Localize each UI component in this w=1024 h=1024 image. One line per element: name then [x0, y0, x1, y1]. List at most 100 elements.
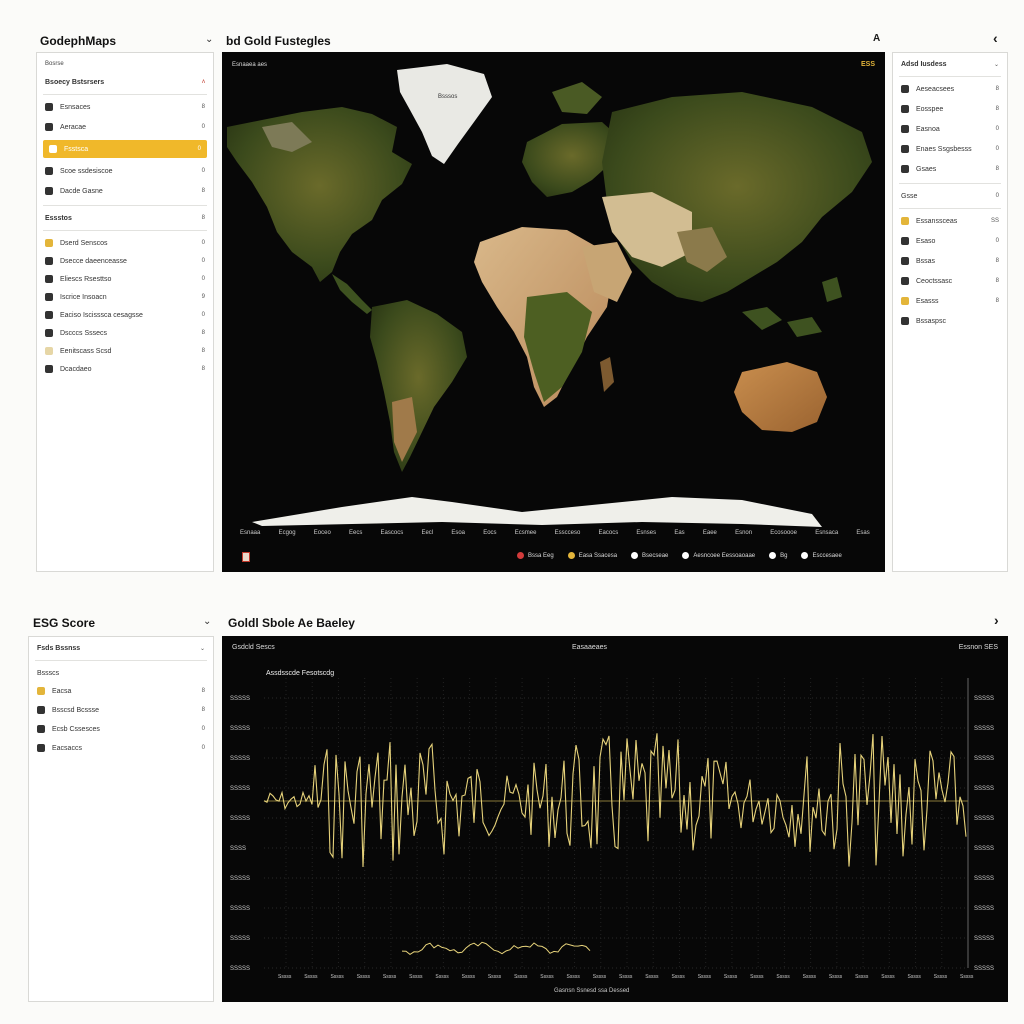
map-legend: Bssa Eeg Easa Ssacesa Bsecseae Aesncoee Ees…: [517, 552, 842, 559]
right-sidebar-item[interactable]: Enaes Ssgsbesss 0: [893, 140, 1007, 158]
right-sidebar-item[interactable]: Easnoa 0: [893, 120, 1007, 138]
left-section-item[interactable]: Eliescs Rsesttso 0: [37, 270, 213, 288]
map-axis-label: Esnaaa: [240, 530, 261, 536]
x-tick-label: Sssss: [619, 974, 633, 980]
item-count: 0: [201, 124, 205, 130]
x-tick-label: Sssss: [960, 974, 974, 980]
x-tick-label: Sssss: [330, 974, 344, 980]
map-axis-label: Eoceo: [313, 530, 331, 536]
y-tick-label-left: SSSSS: [230, 906, 250, 912]
left-section-item[interactable]: Dsecce daeenceasse 0: [37, 252, 213, 270]
y-tick-label-left: SSSSS: [230, 816, 250, 822]
right-section-item[interactable]: Bssaspsc: [893, 312, 1007, 330]
right-section-item[interactable]: Ceoctssasc 8: [893, 272, 1007, 290]
y-tick-label-left: SSSSS: [230, 936, 250, 942]
left-section-item[interactable]: Dcacdaeo 8: [37, 360, 213, 378]
map-legend-item[interactable]: Bg: [769, 552, 787, 559]
left-section-item[interactable]: Dscccs Sssecs 8: [37, 324, 213, 342]
chart-bottom-label: Gasnsn Ssnesd ssa Dessed: [554, 988, 630, 994]
left-section-item[interactable]: Dserd Senscos 0: [37, 234, 213, 252]
item-icon: [45, 293, 53, 301]
world-map: [227, 64, 872, 527]
x-tick-label: Sssss: [645, 974, 659, 980]
x-tick-label: Sssss: [383, 974, 397, 980]
map-axis-label: Eaee: [702, 530, 717, 536]
map-legend-item[interactable]: Aesncoee Eessoaoaae: [682, 552, 755, 559]
right-section-item[interactable]: Esaso 0: [893, 232, 1007, 250]
item-icon: [45, 239, 53, 247]
item-icon: [901, 105, 909, 113]
item-icon: [45, 103, 53, 111]
map-legend-item[interactable]: Bsecseae: [631, 552, 668, 559]
y-tick-label-left: SSSSS: [230, 696, 250, 702]
esg-panel-header[interactable]: Fsds Bssnss ⌄: [29, 639, 213, 657]
chart-next-chevron-icon[interactable]: ›: [994, 612, 999, 628]
esg-item[interactable]: Eacsaccs 0: [29, 739, 213, 757]
y-tick-label-right: SSSSS: [974, 876, 994, 882]
item-icon: [901, 165, 909, 173]
right-section-item[interactable]: Bssas 8: [893, 252, 1007, 270]
right-sidebar-header[interactable]: Adsd Iusdess ⌄: [893, 55, 1007, 73]
map-legend-item[interactable]: Easa Ssacesa: [567, 552, 617, 559]
right-sidebar-item[interactable]: Gsaes 8: [893, 160, 1007, 178]
esg-item[interactable]: Bsscsd Bcssse 8: [29, 701, 213, 719]
right-sidebar: Adsd Iusdess ⌄ Aeseacsees 8 Eosspee 8 Easnoa…: [892, 52, 1008, 572]
central-america-shape: [332, 274, 372, 314]
item-icon: [901, 237, 909, 245]
left-section-header[interactable]: Essstos 8: [37, 209, 213, 227]
x-tick-label: Sssss: [540, 974, 554, 980]
left-section-item[interactable]: Iscrice Insoacn 9: [37, 288, 213, 306]
item-icon: [45, 275, 53, 283]
north-america-shape: [227, 107, 412, 282]
right-section-item[interactable]: Essanssceas SS: [893, 212, 1007, 230]
x-tick-label: Sssss: [829, 974, 843, 980]
map-legend-item[interactable]: Bssa Eeg: [517, 552, 554, 559]
item-label: Eliescs Rsesttso: [60, 275, 112, 283]
item-label: Esaso: [916, 237, 936, 245]
right-sidebar-item[interactable]: Aeseacsees 8: [893, 80, 1007, 98]
right-section-header[interactable]: Gsse 0: [893, 187, 1007, 205]
item-label: Essanssceas: [916, 217, 958, 225]
left-sidebar-item[interactable]: Aeracae 0: [37, 118, 213, 136]
item-count: 0: [201, 276, 205, 282]
y-tick-label-left: SSSSS: [230, 786, 250, 792]
collapse-chevron-icon[interactable]: ‹: [993, 30, 998, 46]
x-tick-label: Sssss: [435, 974, 449, 980]
map-title: bd Gold Fustegles: [226, 34, 331, 48]
right-sidebar-item[interactable]: Eosspee 8: [893, 100, 1007, 118]
map-legend-item[interactable]: Esccesaee: [801, 552, 842, 559]
y-tick-label-right: SSSSS: [974, 786, 994, 792]
x-tick-label: Sssss: [593, 974, 607, 980]
world-map-panel[interactable]: Esnaaea aes ESS Bsssos Esnaaa Ecgog Eoce…: [222, 52, 885, 572]
item-icon: [901, 217, 909, 225]
right-section-item[interactable]: Esasss 8: [893, 292, 1007, 310]
y-tick-label-right: SSSSS: [974, 846, 994, 852]
y-tick-label-left: SSSS: [230, 846, 246, 852]
x-tick-label: Sssss: [724, 974, 738, 980]
item-icon: [37, 744, 45, 752]
item-count: 8: [201, 688, 205, 694]
item-icon: [49, 145, 57, 153]
item-icon: [45, 347, 53, 355]
legend-swatch-icon: [801, 552, 809, 559]
map-axis-label: Eascocs: [380, 530, 404, 536]
sort-toggle-icon[interactable]: A: [873, 33, 880, 44]
left-sidebar-subheader[interactable]: Bsoecy Bstsrsers ʌ: [37, 73, 213, 91]
item-count: 8: [995, 166, 999, 172]
esg-item[interactable]: Ecsb Cssesces 0: [29, 720, 213, 738]
item-count: 0: [995, 238, 999, 244]
esg-item[interactable]: Eacsa 8: [29, 682, 213, 700]
left-section-item[interactable]: Eenitscass Scsd 8: [37, 342, 213, 360]
left-section-item[interactable]: Eaciso Iscisssca cesagsse 0: [37, 306, 213, 324]
left-sidebar-item[interactable]: Fsstsca 0: [43, 140, 207, 158]
item-label: Eaciso Iscisssca cesagsse: [60, 311, 143, 319]
line-chart[interactable]: SSSSS SSSSSSSSSS SSSSSSSSSS SSSSSSSSSS SSSSS…: [222, 636, 1008, 1002]
left-sidebar-item[interactable]: Scoe ssdesiscoe 0: [37, 162, 213, 180]
map-axis-labels: Esnaaa Ecgog Eoceo Eecs Eascocs Eecl Esoa Eocs E…: [240, 530, 870, 536]
esg-dropdown-icon[interactable]: ⌄: [203, 616, 211, 627]
left-sidebar-item[interactable]: Dacde Gasne 8: [37, 182, 213, 200]
app-title-dropdown-icon[interactable]: ⌄: [205, 34, 213, 45]
x-tick-label: Sssss: [908, 974, 922, 980]
item-label: Eacsaccs: [52, 744, 82, 752]
left-sidebar-item[interactable]: Esnsaces 8: [37, 98, 213, 116]
